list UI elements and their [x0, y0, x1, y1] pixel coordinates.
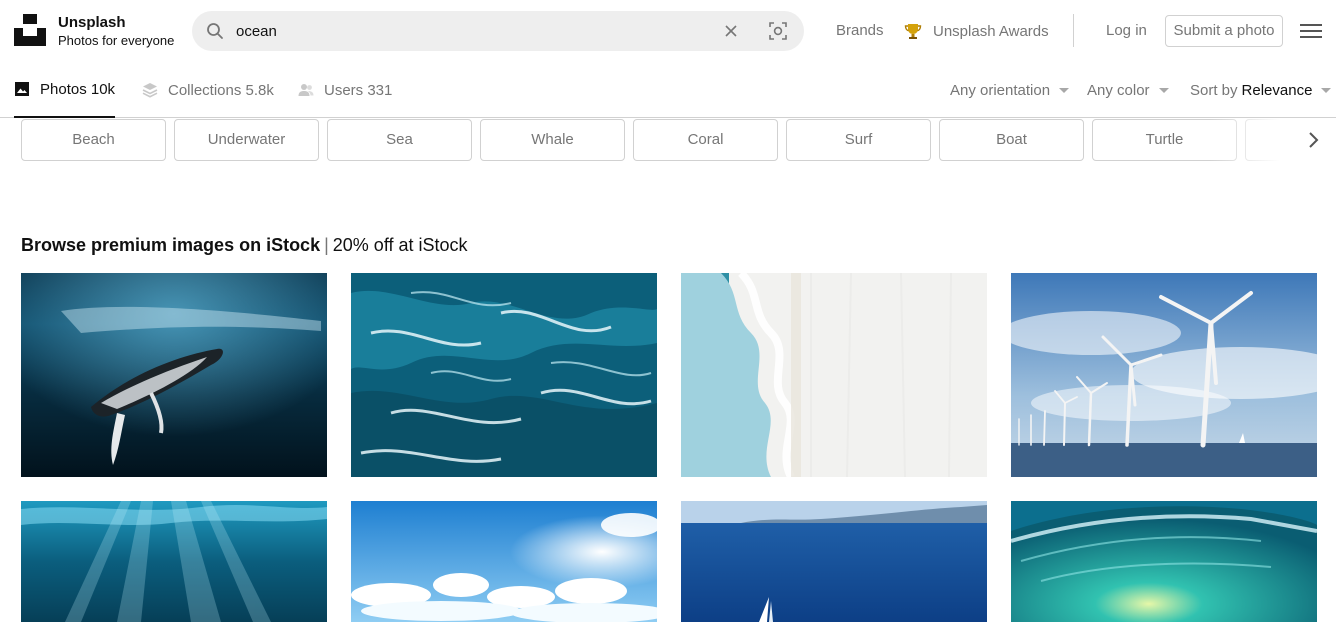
- related-chip[interactable]: Surf: [786, 119, 931, 161]
- chevron-down-icon: [1158, 87, 1169, 93]
- tab-users-label: Users 331: [324, 81, 393, 99]
- related-chip[interactable]: Whale: [480, 119, 625, 161]
- brand-tagline: Photos for everyone: [58, 33, 175, 48]
- image-curling-wave[interactable]: [1011, 501, 1317, 622]
- aerial-beach-image: [681, 273, 987, 477]
- image-sky-clouds[interactable]: [351, 501, 657, 622]
- sort-prefix: Sort by: [1190, 81, 1238, 99]
- sea-sailboat-image: [681, 501, 987, 622]
- istock-separator: |: [324, 235, 329, 255]
- chevron-right-icon[interactable]: [1303, 130, 1323, 150]
- awards-label: Unsplash Awards: [933, 22, 1049, 40]
- aerial-waves-image: [351, 273, 657, 477]
- tab-collections-label: Collections 5.8k: [168, 81, 274, 99]
- image-whale[interactable]: [21, 273, 327, 477]
- orientation-filter[interactable]: Any orientation: [950, 62, 1070, 118]
- photo-icon: [15, 82, 29, 96]
- image-aerial-waves[interactable]: [351, 273, 657, 477]
- related-searches: Beach Underwater Sea Whale Coral Surf Bo…: [0, 119, 1336, 161]
- hamburger-menu-icon[interactable]: [1300, 24, 1322, 40]
- image-aerial-beach[interactable]: [681, 273, 987, 477]
- tab-photos-label: Photos 10k: [40, 80, 116, 98]
- image-underwater-rays[interactable]: [21, 501, 327, 622]
- tab-collections[interactable]: Collections 5.8k: [142, 62, 274, 118]
- search-tabs-bar: Photos 10k Collections 5.8k Users 331 An…: [0, 62, 1336, 118]
- nav-awards-link[interactable]: Unsplash Awards: [904, 21, 1049, 41]
- unsplash-logo-icon[interactable]: [14, 14, 46, 46]
- image-sea-sailboat[interactable]: [681, 501, 987, 622]
- search-icon[interactable]: [206, 22, 224, 40]
- related-chip[interactable]: Beach: [21, 119, 166, 161]
- color-filter-label: Any color: [1087, 81, 1150, 99]
- close-icon[interactable]: [722, 22, 740, 40]
- image-wind-turbines[interactable]: [1011, 273, 1317, 477]
- submit-photo-button[interactable]: Submit a photo: [1165, 15, 1283, 47]
- istock-heading: Browse premium images on iStock: [21, 235, 321, 255]
- chevron-down-icon: [1321, 87, 1332, 93]
- brand[interactable]: Unsplash Photos for everyone: [58, 14, 174, 49]
- related-chip[interactable]: Coral: [633, 119, 778, 161]
- istock-banner[interactable]: Browse premium images on iStock | 20% off …: [21, 234, 468, 256]
- search-input[interactable]: [236, 19, 716, 43]
- related-chip[interactable]: Boat: [939, 119, 1084, 161]
- related-chip[interactable]: Underwater: [174, 119, 319, 161]
- login-link[interactable]: Log in: [1106, 22, 1147, 40]
- underwater-rays-image: [21, 501, 327, 622]
- header-divider: [1073, 14, 1074, 47]
- nav-brands-link[interactable]: Brands: [836, 22, 884, 40]
- visual-search-icon[interactable]: [768, 21, 788, 41]
- sort-filter[interactable]: Sort by Relevance: [1190, 62, 1332, 118]
- top-header: Unsplash Photos for everyone Brands Unsp…: [0, 0, 1336, 62]
- search-bar: [192, 11, 804, 51]
- tab-users[interactable]: Users 331: [298, 62, 392, 118]
- istock-offer: 20% off at iStock: [332, 235, 468, 255]
- brand-name: Unsplash: [58, 14, 126, 31]
- users-icon: [298, 84, 314, 96]
- sort-value: Relevance: [1241, 81, 1313, 99]
- sky-clouds-image: [351, 501, 657, 622]
- trophy-icon: [904, 24, 922, 39]
- curling-wave-image: [1011, 501, 1317, 622]
- wind-turbines-image: [1011, 273, 1317, 477]
- color-filter[interactable]: Any color: [1087, 62, 1169, 118]
- collections-icon: [142, 83, 158, 98]
- related-chip[interactable]: Sea: [327, 119, 472, 161]
- chevron-down-icon: [1059, 87, 1070, 93]
- tab-photos[interactable]: Photos 10k: [14, 62, 116, 118]
- whale-image: [21, 273, 327, 477]
- orientation-filter-label: Any orientation: [950, 81, 1051, 99]
